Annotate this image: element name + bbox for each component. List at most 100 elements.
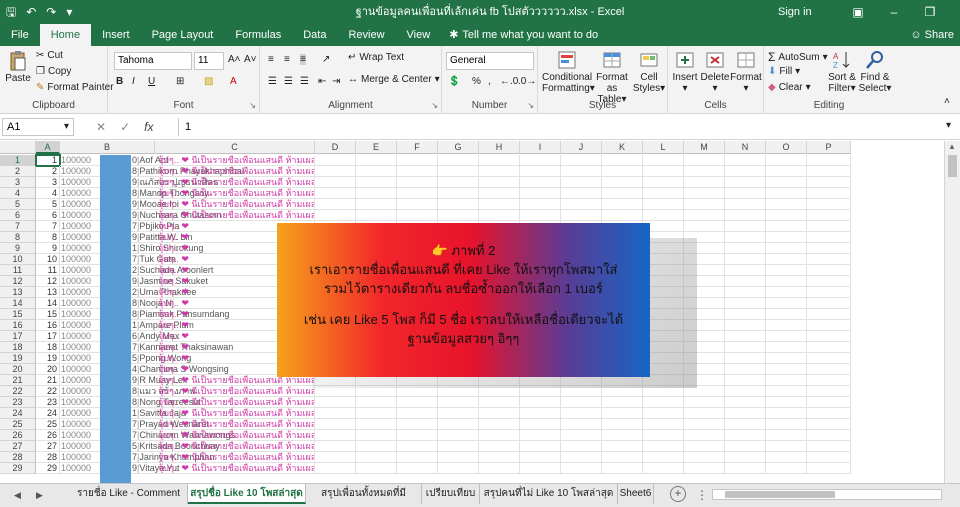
find-select-button[interactable]: Find & Select▾ (858, 49, 892, 94)
cell-empty[interactable] (807, 265, 851, 276)
cell-empty[interactable] (438, 188, 479, 199)
cell-c[interactable]: จุ้บๆ.. ❤ นี่เป็นรายชื่อเพื่อนแสนดี ห้าม… (157, 199, 315, 210)
cell-empty[interactable] (479, 419, 520, 430)
redo-icon[interactable]: ↷ (44, 0, 58, 24)
cell-empty[interactable] (766, 342, 807, 353)
row-header[interactable]: 20 (0, 364, 36, 375)
cell-empty[interactable] (684, 155, 725, 166)
cell-empty[interactable] (766, 386, 807, 397)
cell-empty[interactable] (807, 254, 851, 265)
row-header[interactable]: 4 (0, 188, 36, 199)
cell-b-id[interactable]: 100000 (60, 210, 100, 221)
bold-icon[interactable]: B (116, 76, 123, 87)
tab-review[interactable]: Review (337, 24, 395, 46)
cell-empty[interactable] (766, 199, 807, 210)
sheet-tab[interactable]: รายชื่อ Like - Comment (70, 484, 188, 504)
cell-empty[interactable] (561, 452, 602, 463)
fill-color-icon[interactable]: ▧ (204, 76, 213, 87)
cell-empty[interactable] (356, 441, 397, 452)
cell-empty[interactable] (766, 254, 807, 265)
formula-input[interactable]: 1 (178, 118, 948, 136)
cell-empty[interactable] (397, 408, 438, 419)
cell-empty[interactable] (725, 210, 766, 221)
cell-empty[interactable] (766, 320, 807, 331)
cell-empty[interactable] (766, 276, 807, 287)
cell-b-id[interactable]: 100000 (60, 254, 100, 265)
sheet-tab[interactable]: สรุปเพื่อนทั้งหมดที่มี (306, 484, 422, 504)
cell-empty[interactable] (602, 155, 643, 166)
cell-empty[interactable] (725, 166, 766, 177)
ribbon-display-icon[interactable]: ▣ (840, 0, 876, 24)
cell-empty[interactable] (315, 397, 356, 408)
row-header[interactable]: 13 (0, 287, 36, 298)
cell-empty[interactable] (766, 364, 807, 375)
cell-empty[interactable] (807, 276, 851, 287)
cell-empty[interactable] (438, 430, 479, 441)
cell-empty[interactable] (766, 331, 807, 342)
row-header[interactable]: 16 (0, 320, 36, 331)
conditional-formatting-button[interactable]: Conditional Formatting▾ (542, 49, 595, 94)
cell-empty[interactable] (807, 419, 851, 430)
cell-empty[interactable] (520, 177, 561, 188)
cell-empty[interactable] (807, 320, 851, 331)
cell-empty[interactable] (725, 243, 766, 254)
cell-empty[interactable] (561, 166, 602, 177)
cell-empty[interactable] (479, 452, 520, 463)
cell-empty[interactable] (766, 430, 807, 441)
cell-empty[interactable] (807, 375, 851, 386)
undo-icon[interactable]: ↶ (24, 0, 38, 24)
column-header-n[interactable]: N (725, 141, 766, 154)
align-left-icon[interactable]: ☰ (268, 76, 277, 87)
cell-empty[interactable] (479, 408, 520, 419)
cell-empty[interactable] (766, 243, 807, 254)
cell-a[interactable]: 11 (36, 265, 60, 276)
cell-c[interactable]: จุ้บๆ.. ❤ นี่เป็นรายชื่อเพื่อนแสนดี ห้าม… (157, 210, 315, 221)
cell-empty[interactable] (438, 452, 479, 463)
cell-empty[interactable] (643, 463, 684, 474)
cell-empty[interactable] (807, 210, 851, 221)
cell-empty[interactable] (356, 452, 397, 463)
cell-c[interactable]: จุ้บๆ.. ❤ นี่เป็นรายชื่อเพื่อนแสนดี ห้าม… (157, 188, 315, 199)
row-header[interactable]: 26 (0, 430, 36, 441)
cell-empty[interactable] (725, 188, 766, 199)
cell-empty[interactable] (315, 166, 356, 177)
cell-empty[interactable] (315, 188, 356, 199)
cell-empty[interactable] (643, 199, 684, 210)
cell-empty[interactable] (356, 463, 397, 474)
cell-empty[interactable] (356, 199, 397, 210)
cell-empty[interactable] (561, 210, 602, 221)
cell-empty[interactable] (602, 419, 643, 430)
cell-empty[interactable] (725, 155, 766, 166)
row-header[interactable]: 8 (0, 232, 36, 243)
cell-c[interactable]: จุ้บๆ.. ❤ นี่เป็นรายชื่อเพื่อนแสนดี ห้าม… (157, 430, 315, 441)
underline-icon[interactable]: U (148, 76, 155, 87)
row-header[interactable]: 29 (0, 463, 36, 474)
cell-empty[interactable] (725, 397, 766, 408)
cell-b-id[interactable]: 100000 (60, 188, 100, 199)
cell-empty[interactable] (725, 199, 766, 210)
cell-b-id[interactable]: 100000 (60, 265, 100, 276)
cell-empty[interactable] (766, 177, 807, 188)
save-icon[interactable]: 🖫 (4, 0, 18, 24)
cell-a[interactable]: 20 (36, 364, 60, 375)
paste-button[interactable]: Paste (4, 50, 32, 84)
cell-empty[interactable] (356, 166, 397, 177)
font-name-dropdown[interactable]: Tahoma (114, 52, 192, 70)
column-header-m[interactable]: M (684, 141, 725, 154)
orientation-icon[interactable]: ↗ (322, 54, 330, 65)
column-header-i[interactable]: I (520, 141, 561, 154)
cell-c[interactable]: จุ้บๆ.. ❤ นี่เป็นรายชื่อเพื่อนแสนดี ห้าม… (157, 441, 315, 452)
cell-empty[interactable] (520, 166, 561, 177)
cell-empty[interactable] (807, 309, 851, 320)
cell-empty[interactable] (602, 430, 643, 441)
cell-empty[interactable] (397, 430, 438, 441)
row-header[interactable]: 18 (0, 342, 36, 353)
cell-empty[interactable] (315, 210, 356, 221)
cell-a[interactable]: 3 (36, 177, 60, 188)
cell-empty[interactable] (807, 386, 851, 397)
cell-a[interactable]: 15 (36, 309, 60, 320)
format-cells-button[interactable]: Format ▾ (730, 49, 762, 94)
cell-b-id[interactable]: 100000 (60, 463, 100, 474)
cell-empty[interactable] (766, 155, 807, 166)
cell-a[interactable]: 23 (36, 397, 60, 408)
